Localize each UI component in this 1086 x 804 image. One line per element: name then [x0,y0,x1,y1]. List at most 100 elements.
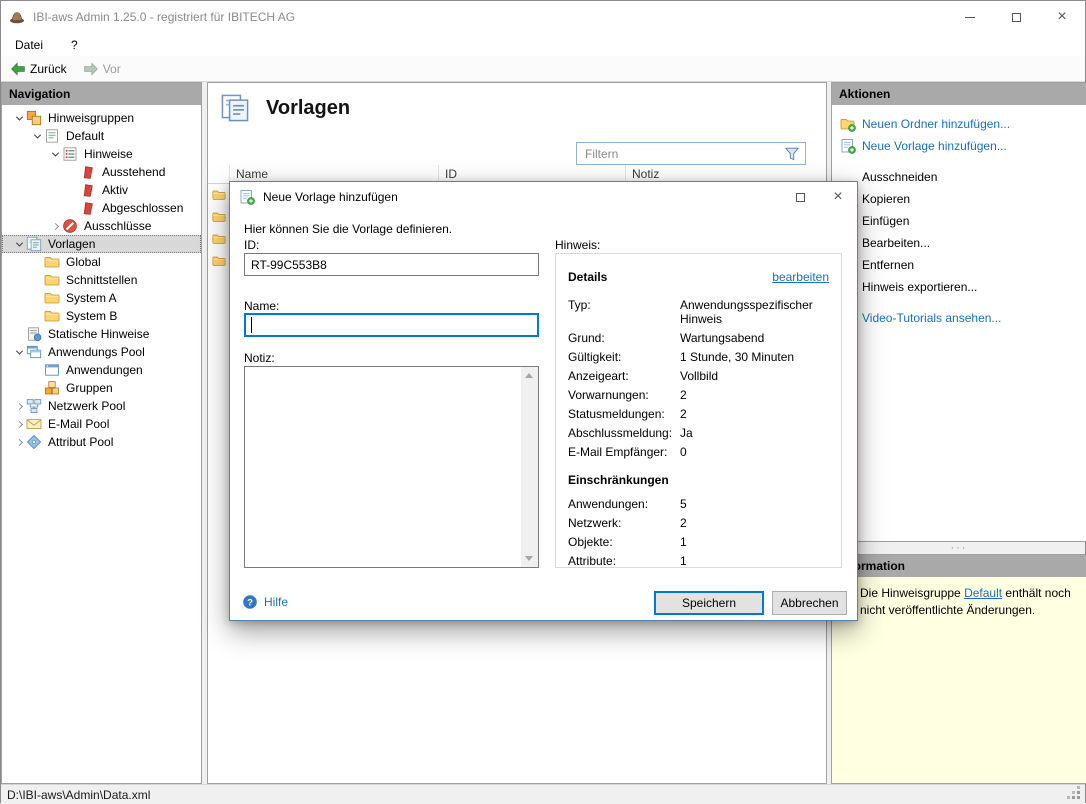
tree-item-system-a[interactable]: System A [2,289,201,307]
scroll-down-icon[interactable] [521,550,538,567]
hint-done-icon [80,200,96,216]
id-input[interactable] [244,253,539,276]
note-text [249,369,519,565]
tree-item-label: Statische Hinweise [46,327,151,341]
tree-item-aktiv[interactable]: Aktiv [2,181,201,199]
detail-label: Grund: [568,331,680,345]
action-entfernen[interactable]: Entfernen [832,254,1086,276]
expander-spacer [66,183,80,197]
note-textarea[interactable] [244,366,539,568]
detail-label: Gültigkeit: [568,350,680,364]
dialog-maximize-button[interactable] [781,182,819,212]
action-ausschneiden[interactable]: Ausschneiden [832,166,1086,188]
action-hinweis-exportieren[interactable]: Hinweis exportieren... [832,276,1086,298]
tree-item-netzwerk-pool[interactable]: Netzwerk Pool [2,397,201,415]
chevron-right-icon[interactable] [12,435,26,449]
applications-icon [44,362,60,378]
action-bearbeiten[interactable]: Bearbeiten... [832,232,1086,254]
detail-label: Abschlussmeldung: [568,426,680,440]
id-label: ID: [244,238,259,252]
folder-icon [44,254,60,270]
forward-button[interactable]: Vor [79,59,125,79]
static-hints-icon [26,326,42,342]
tree-item-ausstehend[interactable]: Ausstehend [2,163,201,181]
minimize-button[interactable] [947,1,993,33]
tree-item-gruppen[interactable]: Gruppen [2,379,201,397]
close-button[interactable]: × [1039,1,1085,33]
name-input[interactable] [244,313,539,337]
action-video-tutorials-ansehen[interactable]: Video-Tutorials ansehen... [832,307,1086,329]
tree-item-system-b[interactable]: System B [2,307,201,325]
chevron-right-icon[interactable] [12,417,26,431]
panel-splitter[interactable]: ··· [831,542,1086,554]
menu-help[interactable]: ? [65,36,84,54]
action-einfugen[interactable]: Einfügen [832,210,1086,232]
detail-row-netzwerk: Netzwerk:2 [568,516,829,530]
dialog-close-button[interactable]: × [819,182,857,212]
chevron-down-icon[interactable] [12,345,26,359]
folder-icon [212,210,226,224]
tree-item-hinweise[interactable]: Hinweise [2,145,201,163]
dialog-description: Hier können Sie die Vorlage definieren. [244,222,452,236]
tree-item-anwendungen[interactable]: Anwendungen [2,361,201,379]
filter-icon[interactable] [784,146,800,162]
resize-grip[interactable] [1077,796,1080,799]
tree-item-label: Global [64,255,103,269]
forward-label: Vor [103,62,121,76]
tree-item-e-mail-pool[interactable]: E-Mail Pool [2,415,201,433]
restrictions-list: Anwendungen:5Netzwerk:2Objekte:1Attribut… [556,487,841,568]
menu-bar: Datei ? [1,33,1085,56]
action-kopieren[interactable]: Kopieren [832,188,1086,210]
tree-item-attribut-pool[interactable]: Attribut Pool [2,433,201,451]
tree-item-default[interactable]: Default [2,127,201,145]
edit-hint-link[interactable]: bearbeiten [772,270,829,284]
tree-item-hinweisgruppen[interactable]: Hinweisgruppen [2,109,201,127]
tree-item-global[interactable]: Global [2,253,201,271]
tree-item-ausschlusse[interactable]: Ausschlüsse [2,217,201,235]
tree-item-vorlagen[interactable]: Vorlagen [2,235,201,253]
tree-item-anwendungs-pool[interactable]: Anwendungs Pool [2,343,201,361]
tree-item-label: Abgeschlossen [100,201,185,215]
splitter-dots-icon: ··· [951,543,968,554]
chevron-down-icon[interactable] [12,111,26,125]
actions-header: Aktionen [832,83,1086,105]
chevron-right-icon[interactable] [48,219,62,233]
help-icon: ? [242,594,258,610]
filter-input[interactable] [577,143,805,164]
action-neuen-ordner-hinzufugen[interactable]: Neuen Ordner hinzufügen... [832,113,1086,135]
chevron-down-icon[interactable] [48,147,62,161]
tree-item-label: Default [64,129,106,143]
scroll-up-icon[interactable] [521,367,538,384]
chevron-right-icon[interactable] [12,399,26,413]
folder-icon [44,272,60,288]
detail-value: 2 [680,516,829,530]
detail-value: Vollbild [680,369,829,383]
column-icon[interactable] [208,165,230,183]
tree-item-statische-hinweise[interactable]: Statische Hinweise [2,325,201,343]
tree-item-schnittstellen[interactable]: Schnittstellen [2,271,201,289]
app-icon [9,9,25,25]
expander-spacer [12,327,26,341]
hints-icon [62,146,78,162]
tree-item-abgeschlossen[interactable]: Abgeschlossen [2,199,201,217]
detail-row-abschlussmeldung: Abschlussmeldung:Ja [568,426,829,440]
hint-pending-icon [80,164,96,180]
attribute-pool-icon [26,434,42,450]
default-group-link[interactable]: Default [964,586,1002,600]
new-template-icon [239,189,255,205]
detail-label: Attribute: [568,554,680,568]
help-button[interactable]: ? Hilfe [242,594,288,610]
cancel-button[interactable]: Abbrechen [772,591,847,615]
maximize-button[interactable] [993,1,1039,33]
chevron-down-icon[interactable] [12,237,26,251]
folder-icon [44,290,60,306]
save-button[interactable]: Speichern [654,591,764,615]
chevron-down-icon[interactable] [30,129,44,143]
menu-datei[interactable]: Datei [9,36,49,54]
note-scrollbar[interactable] [521,367,538,567]
action-neue-vorlage-hinzufugen[interactable]: Neue Vorlage hinzufügen... [832,135,1086,157]
title-bar: IBI-aws Admin 1.25.0 - registriert für I… [1,1,1085,33]
new-template-icon [840,138,856,154]
back-button[interactable]: Zurück [6,59,71,79]
dialog-title: Neue Vorlage hinzufügen [263,190,398,204]
